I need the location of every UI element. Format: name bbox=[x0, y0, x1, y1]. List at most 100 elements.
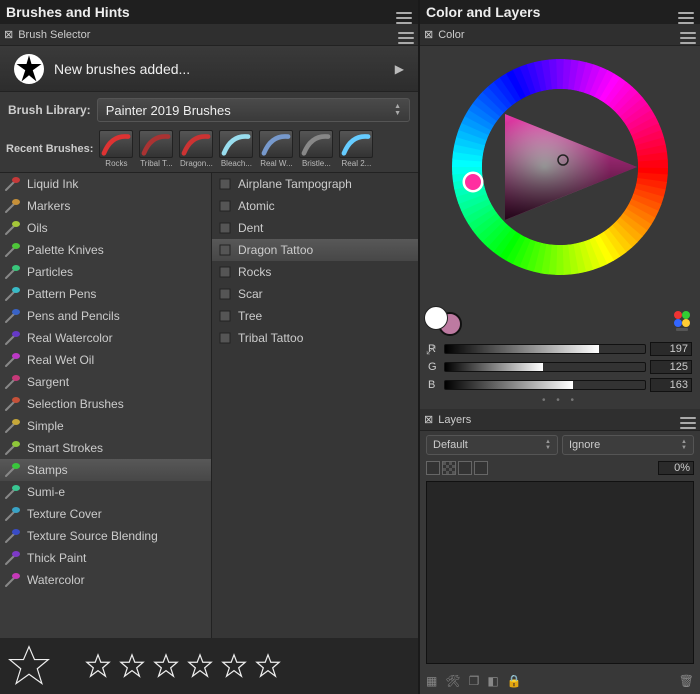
category-label: Sumi-e bbox=[27, 485, 65, 499]
category-item[interactable]: Thick Paint bbox=[0, 547, 211, 569]
b-value[interactable]: 163 bbox=[650, 378, 692, 392]
variant-label: Airplane Tampograph bbox=[238, 177, 352, 191]
lock-icon[interactable]: 🔒 bbox=[507, 674, 522, 688]
r-slider-row[interactable]: R 197 bbox=[428, 340, 692, 358]
b-slider-row[interactable]: B 163 bbox=[428, 376, 692, 394]
color-menu-icon[interactable] bbox=[680, 25, 696, 44]
opacity-value[interactable]: 0% bbox=[658, 461, 694, 475]
brush-category-icon bbox=[4, 198, 22, 214]
category-item[interactable]: Selection Brushes bbox=[0, 393, 211, 415]
g-slider-row[interactable]: G 125 bbox=[428, 358, 692, 376]
category-item[interactable]: Texture Source Blending bbox=[0, 525, 211, 547]
recent-brush-label: Bleach... bbox=[221, 159, 252, 168]
variant-icon bbox=[218, 177, 232, 191]
category-item[interactable]: Sumi-e bbox=[0, 481, 211, 503]
recent-brush-label: Tribal T... bbox=[140, 159, 172, 168]
recent-brush-item[interactable]: Real 2... bbox=[337, 130, 375, 168]
close-icon[interactable]: ⊠ bbox=[4, 28, 13, 41]
variant-item[interactable]: Dent bbox=[212, 217, 418, 239]
category-item[interactable]: Smart Strokes bbox=[0, 437, 211, 459]
preserve-transparency-icon[interactable] bbox=[442, 461, 456, 475]
recent-brush-item[interactable]: Tribal T... bbox=[137, 130, 175, 168]
category-item[interactable]: Pens and Pencils bbox=[0, 305, 211, 327]
lock-transparency-icon[interactable] bbox=[426, 461, 440, 475]
play-icon[interactable]: ▶ bbox=[395, 62, 404, 76]
r-value[interactable]: 197 bbox=[650, 342, 692, 356]
color-layers-title-bar: Color and Layers bbox=[420, 0, 700, 24]
recent-brush-item[interactable]: Real W... bbox=[257, 130, 295, 168]
layer-mask-new-icon[interactable]: ◧ bbox=[487, 674, 498, 688]
category-item[interactable]: Liquid Ink bbox=[0, 173, 211, 195]
variant-icon bbox=[218, 287, 232, 301]
layers-area: Default ▲▼ Ignore ▲▼ 0% ▦ 🛠 ❐ ◧ 🔒 🗑 bbox=[420, 431, 700, 694]
variant-list[interactable]: Airplane Tampograph AtomicDentDragon Tatt… bbox=[212, 173, 418, 638]
variant-item[interactable]: Tree bbox=[212, 305, 418, 327]
variant-icon bbox=[218, 199, 232, 213]
clone-color-icon[interactable]: ⤢ bbox=[426, 343, 436, 358]
g-value[interactable]: 125 bbox=[650, 360, 692, 374]
category-item[interactable]: Palette Knives bbox=[0, 239, 211, 261]
color-header: ⊠ Color bbox=[420, 24, 700, 46]
variant-item[interactable]: Airplane Tampograph bbox=[212, 173, 418, 195]
promo-text: New brushes added... bbox=[54, 61, 190, 77]
color-layers-title: Color and Layers bbox=[426, 4, 540, 20]
brushes-menu-icon[interactable] bbox=[396, 1, 412, 24]
category-item[interactable]: Markers bbox=[0, 195, 211, 217]
brush-library-value: Painter 2019 Brushes bbox=[106, 103, 231, 118]
dab-small-icon bbox=[254, 652, 282, 680]
brush-library-row: Brush Library: Painter 2019 Brushes ▲▼ bbox=[0, 92, 418, 128]
category-item[interactable]: Texture Cover bbox=[0, 503, 211, 525]
recent-brush-label: Rocks bbox=[105, 159, 127, 168]
layer-list[interactable] bbox=[426, 481, 694, 664]
color-swatches[interactable] bbox=[424, 306, 462, 336]
layers-menu-icon[interactable] bbox=[680, 410, 696, 429]
mask-mode-select[interactable]: Ignore ▲▼ bbox=[562, 435, 694, 455]
color-layers-menu-icon[interactable] bbox=[678, 1, 694, 24]
category-list[interactable]: Liquid Ink MarkersOilsPalette KnivesParti… bbox=[0, 173, 212, 638]
category-label: Smart Strokes bbox=[27, 441, 103, 455]
color-harmony-icon[interactable] bbox=[670, 308, 694, 332]
trash-icon[interactable]: 🗑 bbox=[679, 674, 694, 688]
g-slider[interactable] bbox=[444, 362, 646, 372]
brush-selector-menu-icon[interactable] bbox=[398, 25, 414, 44]
promo-banner[interactable]: New brushes added... ▶ bbox=[0, 46, 418, 92]
color-wheel-area[interactable]: ⤢ bbox=[420, 46, 700, 338]
b-slider[interactable] bbox=[444, 380, 646, 390]
secondary-color-swatch[interactable] bbox=[424, 306, 448, 330]
category-item[interactable]: Simple bbox=[0, 415, 211, 437]
layer-adjust-icon[interactable]: 🛠 bbox=[445, 674, 460, 688]
recent-brush-item[interactable]: Bleach... bbox=[217, 130, 255, 168]
variant-item[interactable]: Dragon Tattoo bbox=[212, 239, 418, 261]
expand-dots-icon[interactable]: • • • bbox=[428, 394, 692, 407]
layer-effects-icon[interactable]: ▦ bbox=[426, 674, 437, 688]
recent-brush-item[interactable]: Bristle... bbox=[297, 130, 335, 168]
layer-mask-icon[interactable] bbox=[474, 461, 488, 475]
variant-item[interactable]: Scar bbox=[212, 283, 418, 305]
close-icon[interactable]: ⊠ bbox=[424, 413, 433, 426]
category-label: Pens and Pencils bbox=[27, 309, 120, 323]
category-item[interactable]: Watercolor bbox=[0, 569, 211, 591]
brush-category-icon bbox=[4, 572, 22, 588]
new-layer-icon[interactable]: ❐ bbox=[469, 674, 480, 688]
brush-category-icon bbox=[4, 220, 22, 236]
close-icon[interactable]: ⊠ bbox=[424, 28, 433, 41]
recent-brush-item[interactable]: Rocks bbox=[97, 130, 135, 168]
recent-brush-item[interactable]: Dragon... bbox=[177, 130, 215, 168]
blend-mode-select[interactable]: Default ▲▼ bbox=[426, 435, 558, 455]
variant-item[interactable]: Rocks bbox=[212, 261, 418, 283]
category-item[interactable]: Sargent bbox=[0, 371, 211, 393]
category-item[interactable]: Real Watercolor bbox=[0, 327, 211, 349]
category-item[interactable]: Particles bbox=[0, 261, 211, 283]
recent-brush-label: Real 2... bbox=[342, 159, 372, 168]
pick-underlying-icon[interactable] bbox=[458, 461, 472, 475]
layer-option-icons[interactable] bbox=[426, 461, 488, 475]
category-item[interactable]: Oils bbox=[0, 217, 211, 239]
category-item[interactable]: Stamps bbox=[0, 459, 211, 481]
category-item[interactable]: Pattern Pens bbox=[0, 283, 211, 305]
category-label: Liquid Ink bbox=[27, 177, 78, 191]
variant-item[interactable]: Atomic bbox=[212, 195, 418, 217]
variant-item[interactable]: Tribal Tattoo bbox=[212, 327, 418, 349]
r-slider[interactable] bbox=[444, 344, 646, 354]
brush-library-select[interactable]: Painter 2019 Brushes ▲▼ bbox=[97, 98, 410, 122]
category-item[interactable]: Real Wet Oil bbox=[0, 349, 211, 371]
